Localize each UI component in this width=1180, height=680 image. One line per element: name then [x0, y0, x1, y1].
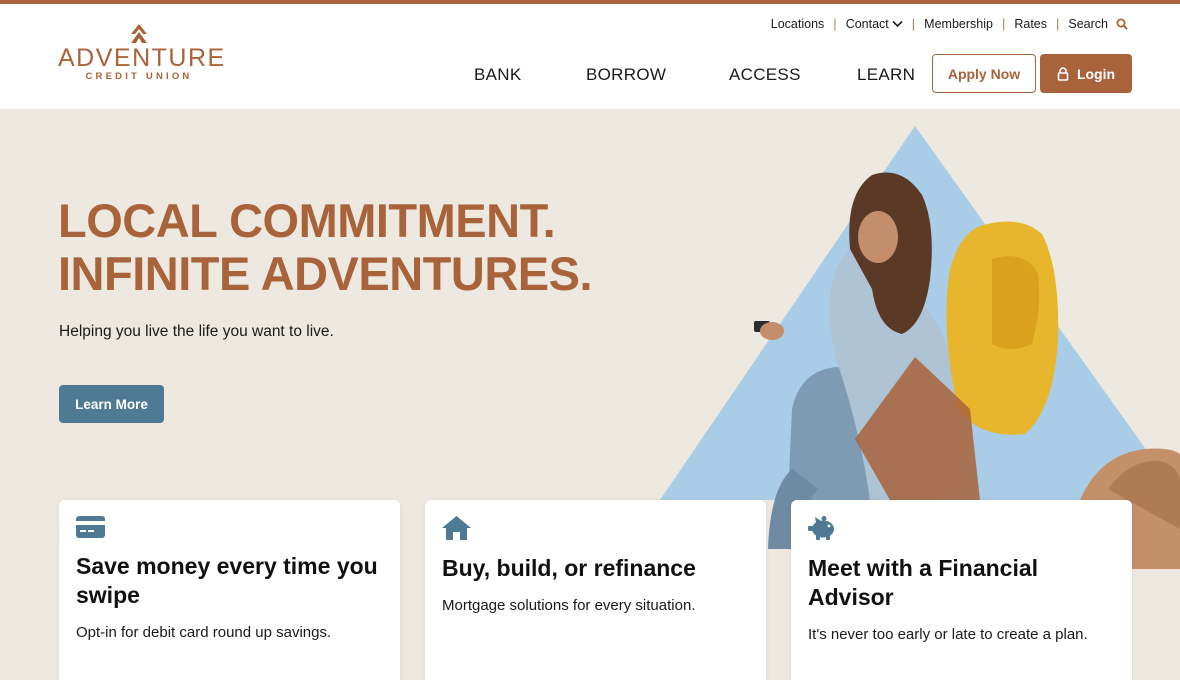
- utility-nav: Locations | Contact | Membership | Rates…: [771, 16, 1128, 31]
- card-round-up-savings[interactable]: Save money every time you swipe Opt-in f…: [59, 500, 400, 680]
- card-financial-advisor[interactable]: Meet with a Financial Advisor It's never…: [791, 500, 1132, 680]
- utility-label: Search: [1068, 16, 1108, 31]
- login-label: Login: [1076, 65, 1116, 82]
- logo-mark-icon: [131, 24, 147, 43]
- lock-icon: [1057, 66, 1069, 81]
- hero-title: LOCAL COMMITMENT. INFINITE ADVENTURES.: [58, 194, 593, 300]
- learn-more-button[interactable]: Learn More: [59, 385, 164, 423]
- hero-title-line: LOCAL COMMITMENT.: [58, 194, 556, 247]
- apply-now-button[interactable]: Apply Now: [932, 54, 1036, 93]
- divider: |: [911, 16, 916, 31]
- piggy-bank-icon: [808, 516, 834, 540]
- utility-label: Locations: [770, 16, 825, 31]
- brand-logo[interactable]: ADVENTURE CREDIT UNION: [58, 24, 226, 94]
- hero-title-line: INFINITE ADVENTURES.: [58, 247, 593, 300]
- card-title: Meet with a Financial Advisor: [808, 555, 1039, 610]
- utility-link-search[interactable]: Search: [1068, 17, 1128, 31]
- card-mortgage[interactable]: Buy, build, or refinance Mortgage soluti…: [425, 500, 766, 680]
- utility-link-membership[interactable]: Membership: [924, 17, 993, 31]
- apply-now-label: Apply Now: [947, 65, 1021, 82]
- search-icon: [1116, 18, 1128, 30]
- login-button[interactable]: Login: [1040, 54, 1132, 93]
- card-text: It's never too early or late to create a…: [808, 626, 1088, 643]
- learn-more-label: Learn More: [75, 396, 148, 412]
- card-text: Mortgage solutions for every situation.: [442, 597, 696, 614]
- site-header: ADVENTURE CREDIT UNION Locations | Conta…: [0, 4, 1180, 109]
- utility-label: Rates: [1014, 16, 1047, 31]
- utility-label: Contact: [845, 16, 889, 31]
- nav-borrow[interactable]: BORROW: [586, 65, 729, 85]
- utility-link-rates[interactable]: Rates: [1014, 17, 1047, 31]
- nav-learn[interactable]: LEARN: [857, 65, 915, 85]
- main-nav: BANK BORROW ACCESS LEARN: [474, 65, 915, 85]
- divider: |: [1056, 16, 1060, 31]
- card-title: Buy, build, or refinance: [442, 555, 696, 581]
- utility-link-contact[interactable]: Contact: [846, 17, 903, 31]
- nav-access[interactable]: ACCESS: [729, 65, 857, 85]
- card-title: Save money every time you swipe: [76, 553, 378, 608]
- house-icon: [442, 516, 471, 540]
- utility-link-locations[interactable]: Locations: [771, 17, 825, 31]
- credit-card-icon: [76, 516, 105, 538]
- hero-subtitle: Helping you live the life you want to li…: [59, 323, 334, 340]
- nav-bank[interactable]: BANK: [474, 65, 586, 85]
- logo-tagline: CREDIT UNION: [85, 71, 193, 82]
- card-text: Opt-in for debit card round up savings.: [76, 624, 332, 641]
- divider: |: [1001, 16, 1006, 31]
- chevron-down-icon: [892, 20, 903, 27]
- logo-wordmark: ADVENTURE: [58, 44, 226, 72]
- utility-label: Membership: [924, 16, 993, 31]
- divider: |: [833, 16, 837, 31]
